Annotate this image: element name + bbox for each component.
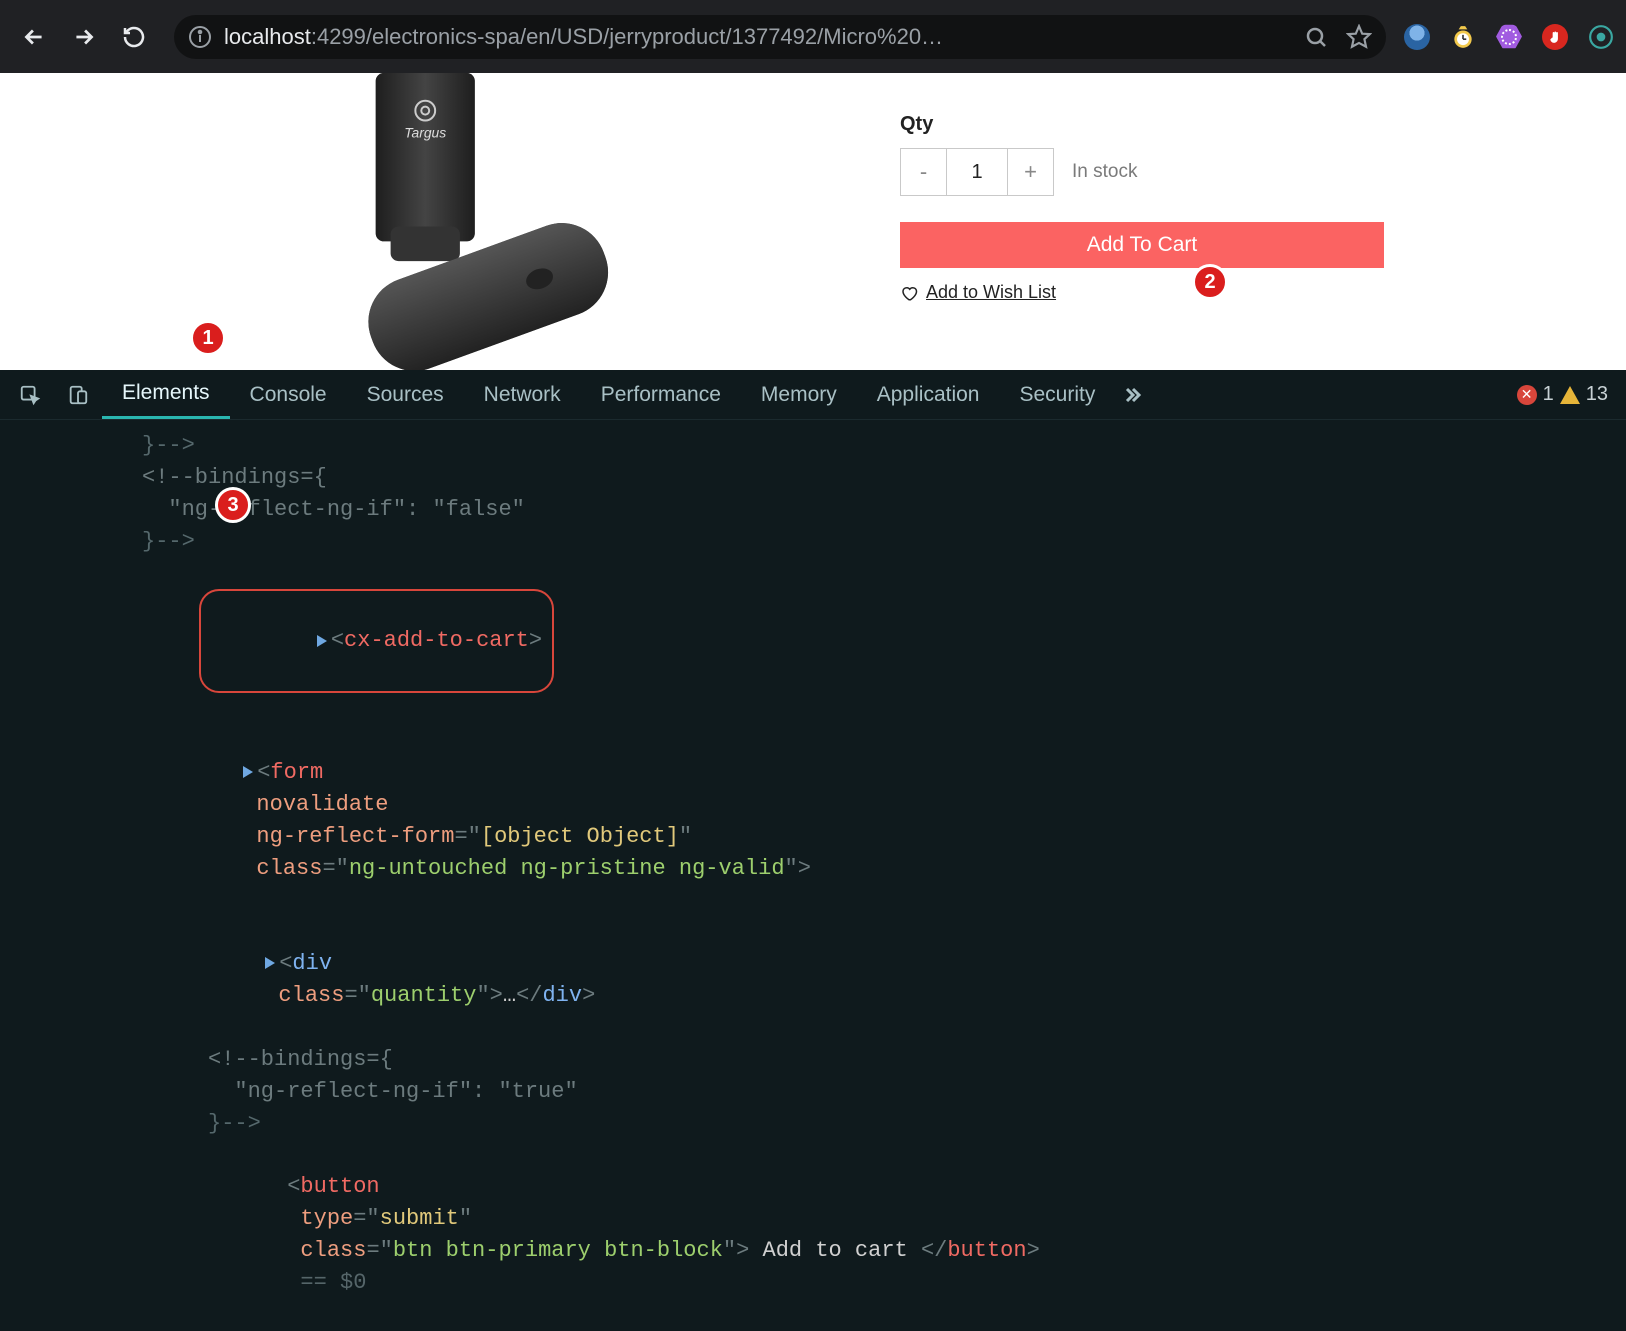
error-count[interactable]: ✕1 bbox=[1517, 383, 1554, 406]
inspect-element-icon[interactable] bbox=[6, 370, 54, 419]
ext-icon-hex[interactable] bbox=[1496, 24, 1522, 50]
add-to-cart-button[interactable]: Add To Cart bbox=[900, 222, 1384, 268]
qty-decrease-button[interactable]: - bbox=[901, 149, 947, 195]
back-button[interactable] bbox=[12, 15, 56, 59]
product-page: Targus Qty - 1 + In stock Add To bbox=[0, 73, 1626, 370]
warning-count[interactable]: 13 bbox=[1560, 383, 1608, 406]
code-line: "ng-reflect-ng-if": "false" bbox=[120, 494, 1626, 526]
qty-label: Qty bbox=[900, 113, 1566, 136]
extension-icons bbox=[1404, 24, 1614, 50]
ext-icon-1[interactable] bbox=[1404, 24, 1430, 50]
search-icon[interactable] bbox=[1304, 25, 1328, 49]
reload-button[interactable] bbox=[112, 15, 156, 59]
ext-icon-hand[interactable] bbox=[1542, 24, 1568, 50]
tab-security[interactable]: Security bbox=[999, 370, 1115, 419]
code-line: }--> bbox=[120, 526, 1626, 558]
quantity-stepper: - 1 + bbox=[900, 148, 1054, 196]
tab-sources[interactable]: Sources bbox=[347, 370, 464, 419]
ext-icon-clock[interactable] bbox=[1450, 24, 1476, 50]
annotation-badge-3: 3 bbox=[215, 487, 251, 523]
bookmark-star-icon[interactable] bbox=[1346, 24, 1372, 50]
code-line: <div class="quantity">…</div> bbox=[120, 916, 1626, 1044]
code-line: <button type="submit" class="btn btn-pri… bbox=[120, 1140, 1626, 1331]
elements-tree[interactable]: }--> <!--bindings={ "ng-reflect-ng-if": … bbox=[0, 420, 1626, 1331]
code-line: "ng-reflect-ng-if": "true" bbox=[120, 1076, 1626, 1108]
tab-performance[interactable]: Performance bbox=[581, 370, 741, 419]
tabs-overflow-icon[interactable] bbox=[1115, 370, 1155, 419]
qty-value: 1 bbox=[947, 149, 1007, 195]
devtools-tabbar: Elements Console Sources Network Perform… bbox=[0, 370, 1626, 420]
forward-button[interactable] bbox=[62, 15, 106, 59]
product-controls: Qty - 1 + In stock Add To Cart Add to Wi… bbox=[900, 73, 1626, 370]
device-toolbar-icon[interactable] bbox=[54, 370, 102, 419]
add-to-wishlist-link[interactable]: Add to Wish List bbox=[900, 282, 1566, 303]
product-brand-text: Targus bbox=[404, 124, 446, 140]
site-info-icon[interactable] bbox=[188, 25, 212, 49]
tab-network[interactable]: Network bbox=[464, 370, 581, 419]
annotation-badge-2: 2 bbox=[1192, 264, 1228, 300]
stock-status: In stock bbox=[1072, 161, 1137, 183]
selected-node[interactable]: <cx-add-to-cart> bbox=[120, 558, 1626, 725]
tab-elements[interactable]: Elements bbox=[102, 370, 230, 419]
tab-console[interactable]: Console bbox=[230, 370, 347, 419]
code-line: <!--bindings={ bbox=[120, 462, 1626, 494]
url-text: localhost:4299/electronics-spa/en/USD/je… bbox=[224, 24, 1292, 50]
qty-increase-button[interactable]: + bbox=[1007, 149, 1053, 195]
address-bar[interactable]: localhost:4299/electronics-spa/en/USD/je… bbox=[174, 15, 1386, 59]
annotation-badge-1: 1 bbox=[190, 320, 226, 356]
code-line: <!--bindings={ bbox=[120, 1044, 1626, 1076]
ext-icon-target[interactable] bbox=[1588, 24, 1614, 50]
devtools-status: ✕1 13 bbox=[1517, 370, 1626, 419]
tab-application[interactable]: Application bbox=[857, 370, 1000, 419]
heart-icon bbox=[900, 284, 918, 302]
product-image: Targus bbox=[0, 73, 900, 370]
code-line: <form novalidate ng-reflect-form="[objec… bbox=[120, 725, 1626, 916]
tab-memory[interactable]: Memory bbox=[741, 370, 857, 419]
code-line: }--> bbox=[120, 1108, 1626, 1140]
browser-chrome: localhost:4299/electronics-spa/en/USD/je… bbox=[0, 0, 1626, 73]
wishlist-label: Add to Wish List bbox=[926, 282, 1056, 303]
code-line: }--> bbox=[120, 430, 1626, 462]
